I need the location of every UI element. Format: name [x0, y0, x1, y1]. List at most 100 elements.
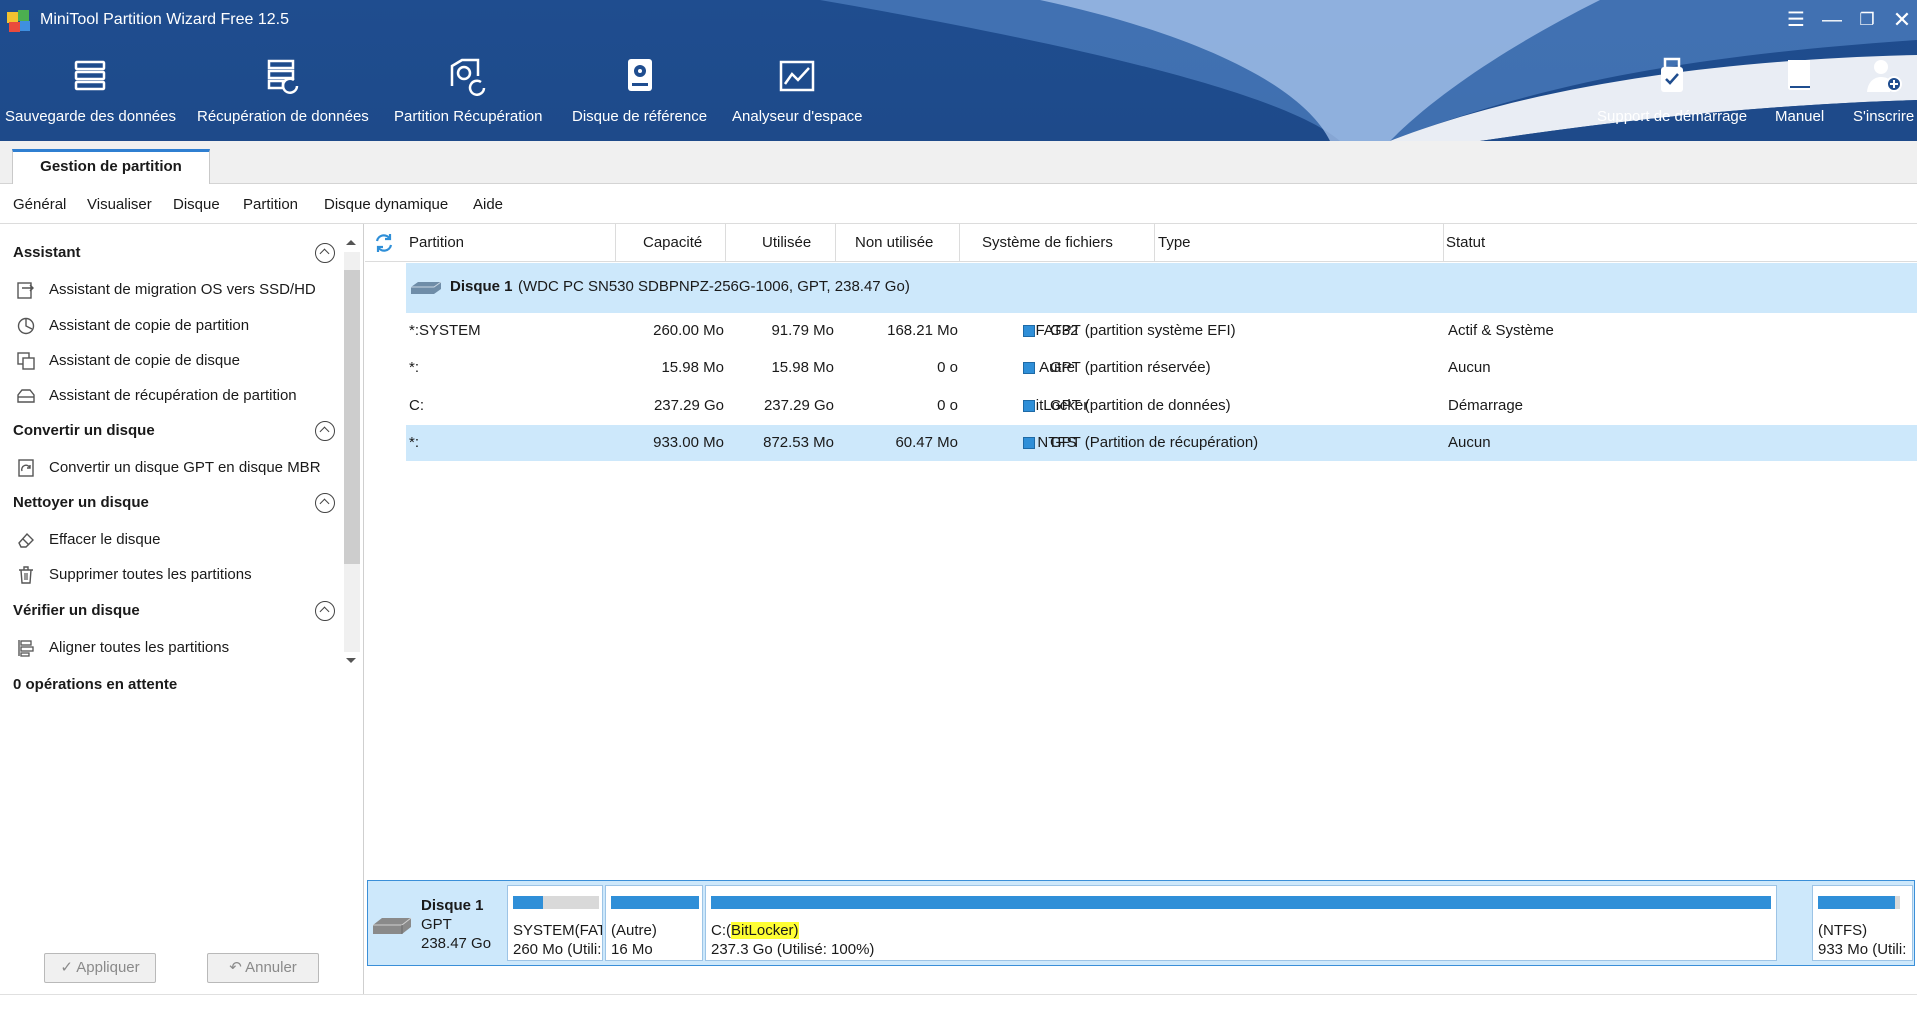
collapse-check-icon[interactable] — [315, 601, 335, 621]
collapse-wizard-icon[interactable] — [315, 243, 335, 263]
cell-unused: 0 o — [937, 397, 958, 414]
status-bar — [0, 994, 1917, 1018]
copy-disk-icon — [17, 352, 35, 370]
cell-capacity: 933.00 Mo — [653, 434, 724, 451]
scroll-down-icon[interactable] — [346, 658, 356, 663]
partition-block-ntfs[interactable]: (NTFS) 933 Mo (Utili: — [1812, 885, 1913, 961]
disk-row[interactable]: Disque 1 (WDC PC SN530 SDBPNPZ-256G-1006… — [406, 263, 1917, 313]
cell-unused: 60.47 Mo — [895, 434, 958, 451]
table-row[interactable]: *:SYSTEM 260.00 Mo 91.79 Mo 168.21 Mo FA… — [406, 313, 1917, 349]
column-separator[interactable] — [959, 224, 960, 262]
column-separator[interactable] — [615, 224, 616, 262]
disk-map[interactable]: Disque 1 GPT 238.47 Go SYSTEM(FAT3 260 M… — [367, 880, 1915, 966]
section-title-check-disk: Vérifier un disque — [13, 602, 140, 619]
column-header-unused[interactable]: Non utilisée — [855, 234, 933, 251]
menu-bar: Général Visualiser Disque Partition Disq… — [0, 184, 1917, 224]
toolbar-bootable-media-button[interactable]: Support de démarrage — [1597, 56, 1747, 125]
menu-disk[interactable]: Disque — [173, 196, 220, 213]
partition-block-label: (Autre) — [611, 922, 657, 939]
usage-bar — [1818, 896, 1900, 909]
close-button[interactable]: ✕ — [1886, 6, 1917, 34]
undo-button[interactable]: ↶ Annuler — [207, 953, 319, 983]
column-separator[interactable] — [1443, 224, 1444, 262]
menu-view[interactable]: Visualiser — [87, 196, 152, 213]
toolbar-register-button[interactable]: S'inscrire — [1853, 56, 1914, 125]
check-item-label: Aligner toutes les partitions — [49, 639, 230, 656]
cell-status: Actif & Système — [1448, 322, 1554, 339]
table-row[interactable]: C: 237.29 Go 237.29 Go 0 o BitLocker GPT… — [406, 388, 1917, 424]
scrollbar-thumb[interactable] — [344, 270, 360, 564]
column-separator[interactable] — [1154, 224, 1155, 262]
menu-general[interactable]: Général — [13, 196, 66, 213]
cell-used: 872.53 Mo — [763, 434, 834, 451]
toolbar-manual-button[interactable]: Manuel — [1775, 56, 1824, 125]
space-analyzer-icon — [779, 60, 815, 92]
cell-type: GPT (partition de données) — [1050, 397, 1231, 414]
partition-block-label: C:(BitLocker) — [711, 922, 799, 939]
partition-block-c[interactable]: C:(BitLocker) 237.3 Go (Utilisé: 100%) — [705, 885, 1777, 961]
toolbar-space-analyzer-button[interactable]: Analyseur d'espace — [732, 56, 862, 125]
toolbar-backup-button[interactable]: Sauvegarde des données — [5, 56, 176, 125]
partition-block-label: (NTFS) — [1818, 922, 1868, 939]
section-title-wizard: Assistant — [13, 244, 81, 261]
wizard-item-label: Assistant de copie de disque — [49, 352, 240, 369]
disk-description: (WDC PC SN530 SDBPNPZ-256G-1006, GPT, 23… — [518, 278, 910, 295]
toolbar-label: Récupération de données — [197, 108, 369, 125]
usage-fill — [1818, 896, 1896, 909]
data-recovery-icon — [267, 59, 299, 94]
cell-type: GPT (partition système EFI) — [1050, 322, 1236, 339]
partition-block-other[interactable]: (Autre) 16 Mo — [605, 885, 703, 961]
partition-recovery-small-icon — [17, 389, 35, 403]
cell-partition: C: — [409, 397, 424, 414]
column-separator[interactable] — [725, 224, 726, 262]
menu-partition[interactable]: Partition — [243, 196, 298, 213]
collapse-clean-icon[interactable] — [315, 493, 335, 513]
apply-button[interactable]: ✓ Appliquer — [44, 953, 156, 983]
column-header-partition[interactable]: Partition — [409, 234, 464, 251]
table-row[interactable]: *: 15.98 Mo 15.98 Mo 0 o Autre GPT (part… — [406, 350, 1917, 386]
table-row-selected[interactable]: *: 933.00 Mo 872.53 Mo 60.47 Mo NTFS GPT… — [406, 425, 1917, 461]
column-separator[interactable] — [835, 224, 836, 262]
trash-icon — [19, 566, 33, 584]
partition-block-size: 260 Mo (Utili: — [513, 941, 602, 958]
cell-partition: *:SYSTEM — [409, 322, 481, 339]
usage-fill — [513, 896, 544, 909]
cell-type: GPT (Partition de récupération) — [1050, 434, 1259, 451]
menu-help[interactable]: Aide — [473, 196, 503, 213]
partition-block-system[interactable]: SYSTEM(FAT3 260 Mo (Utili: — [507, 885, 603, 961]
toolbar-label: Sauvegarde des données — [5, 108, 176, 125]
refresh-icon[interactable] — [373, 232, 395, 254]
partition-color-icon — [1023, 362, 1035, 374]
toolbar-partition-recovery-button[interactable]: Partition Récupération — [394, 56, 542, 125]
tab-partition-management[interactable]: Gestion de partition — [12, 149, 210, 185]
restore-button[interactable]: ❐ — [1851, 6, 1883, 34]
menu-dynamic-disk[interactable]: Disque dynamique — [324, 196, 448, 213]
cell-capacity: 260.00 Mo — [653, 322, 724, 339]
partition-block-size: 237.3 Go (Utilisé: 100%) — [711, 941, 875, 958]
partition-color-icon — [1023, 325, 1035, 337]
toolbar-label: Manuel — [1775, 108, 1825, 125]
column-header-used[interactable]: Utilisée — [762, 234, 811, 251]
hard-disk-icon — [373, 917, 412, 934]
partition-block-size: 933 Mo (Utili: — [1818, 941, 1907, 958]
column-header-status[interactable]: Statut — [1446, 234, 1485, 251]
collapse-convert-icon[interactable] — [315, 421, 335, 441]
scroll-up-icon[interactable] — [346, 240, 356, 245]
section-title-clean-disk: Nettoyer un disque — [13, 494, 149, 511]
wizard-item-label: Assistant de copie de partition — [49, 317, 250, 334]
minimize-button[interactable]: — — [1816, 6, 1848, 34]
action-panel-scrollbar[interactable] — [342, 236, 360, 668]
cell-status: Démarrage — [1448, 397, 1524, 414]
app-title: MiniTool Partition Wizard Free 12.5 — [40, 11, 289, 28]
column-header-type[interactable]: Type — [1158, 234, 1191, 251]
toolbar-label: Analyseur d'espace — [732, 108, 863, 125]
toolbar-label: Disque de référence — [572, 108, 708, 125]
migrate-os-icon — [17, 282, 34, 299]
column-header-capacity[interactable]: Capacité — [643, 234, 702, 251]
toolbar-data-recovery-button[interactable]: Récupération de données — [197, 56, 369, 125]
hamburger-menu-icon[interactable]: ☰ — [1780, 6, 1812, 34]
toolbar-disk-benchmark-button[interactable]: Disque de référence — [572, 56, 707, 125]
column-header-filesystem[interactable]: Système de fichiers — [982, 234, 1113, 251]
disk-map-info[interactable]: Disque 1 GPT 238.47 Go — [368, 881, 504, 965]
partition-color-icon — [1023, 400, 1035, 412]
